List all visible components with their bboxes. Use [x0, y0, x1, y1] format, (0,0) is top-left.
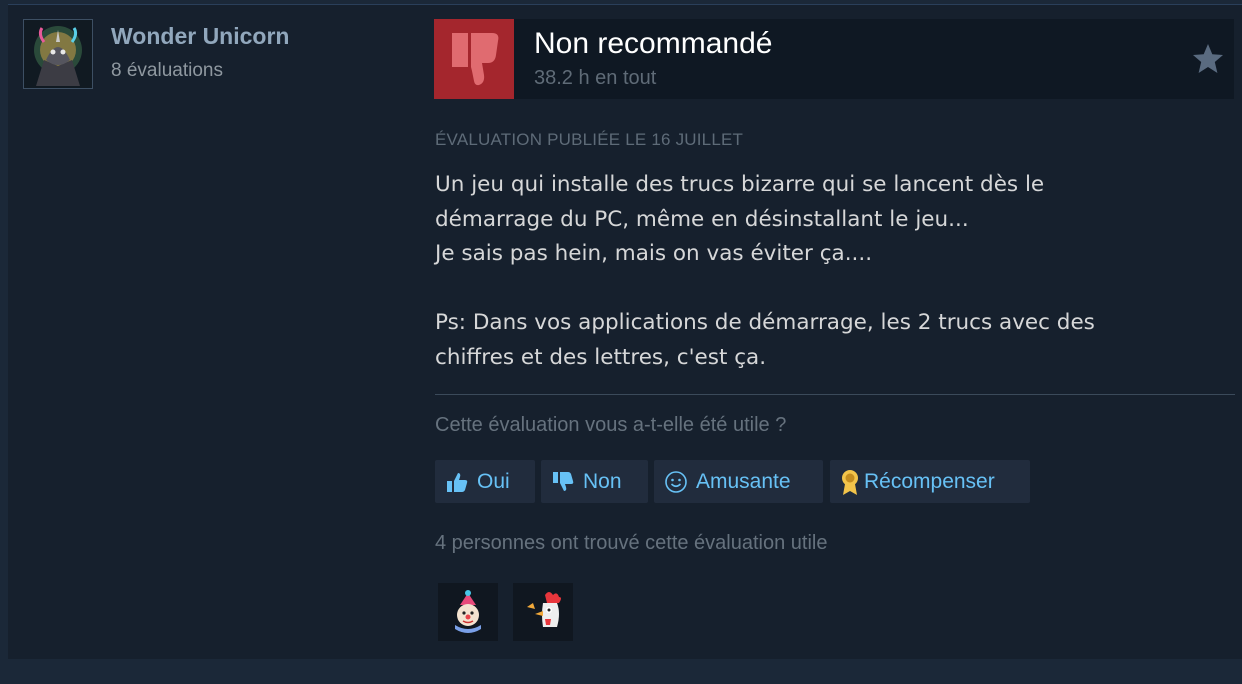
review-line: chiffres et des lettres, c'est ça. — [435, 344, 767, 370]
star-icon[interactable] — [1190, 41, 1226, 77]
review-verdict[interactable]: Non recommandé — [534, 27, 772, 61]
helpful-question: Cette évaluation vous a-t-elle été utile… — [435, 414, 787, 436]
vote-funny-label: Amusante — [696, 469, 791, 493]
vote-yes-button[interactable]: Oui — [435, 460, 535, 503]
vote-no-label: Non — [583, 469, 622, 493]
review-body: Un jeu qui installe des trucs bizarre qu… — [435, 168, 1215, 375]
vote-yes-label: Oui — [477, 469, 510, 493]
smiley-icon — [664, 470, 688, 494]
author-name[interactable]: Wonder Unicorn — [111, 23, 289, 50]
helpful-count: 4 personnes ont trouvé cette évaluation … — [435, 532, 828, 554]
award-label: Récompenser — [864, 469, 995, 493]
award-button[interactable]: Récompenser — [830, 460, 1030, 503]
posted-date: ÉVALUATION PUBLIÉE LE 16 JUILLET — [435, 130, 744, 149]
vote-no-button[interactable]: Non — [541, 460, 648, 503]
playtime-hours: 38.2 h en tout — [534, 67, 657, 89]
vote-funny-button[interactable]: Amusante — [654, 460, 823, 503]
clown-award-icon[interactable] — [438, 583, 498, 641]
review-line: Je sais pas hein, mais on vas éviter ça.… — [435, 241, 873, 266]
thumbs-down-icon — [551, 470, 575, 494]
thumbs-down-icon — [434, 19, 514, 99]
unicorn-avatar-icon — [24, 20, 92, 88]
review-header[interactable]: Non recommandé 38.2 h en tout — [434, 19, 1234, 99]
review-line: Un jeu qui installe des trucs bizarre qu… — [435, 172, 1045, 197]
author-avatar[interactable] — [23, 19, 93, 89]
review-line: démarrage du PC, même en désinstallant l… — [435, 206, 969, 232]
author-review-count[interactable]: 8 évaluations — [111, 60, 223, 82]
thumbs-up-icon — [445, 470, 469, 494]
rooster-award-icon[interactable] — [513, 583, 573, 641]
review-line: Ps: Dans vos applications de démarrage, … — [435, 310, 1095, 335]
review-line — [435, 272, 1215, 307]
divider — [435, 394, 1235, 395]
review-card: Wonder Unicorn 8 évaluations Non recomma… — [8, 4, 1242, 659]
award-ribbon-icon — [838, 468, 862, 496]
